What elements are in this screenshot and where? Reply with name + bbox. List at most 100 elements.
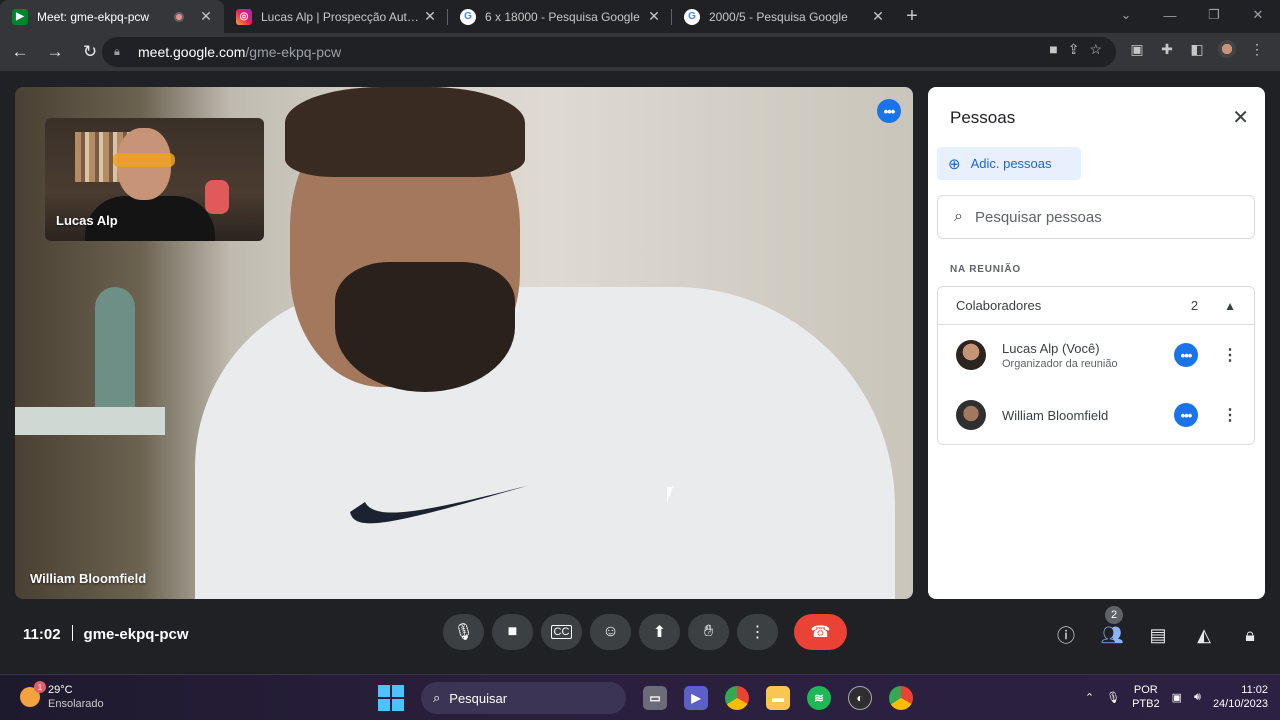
share-icon[interactable]: ⇪ bbox=[1068, 41, 1080, 58]
obs-icon[interactable]: ◐ bbox=[848, 686, 872, 710]
weather-widget[interactable]: 1 29°C Ensolarado bbox=[20, 681, 104, 711]
teams-chat-icon[interactable]: ▶ bbox=[684, 686, 708, 710]
system-tray: ⌃ 🎙︎ POR PTB2 ▣ 🔊︎ 11:02 24/10/2023 bbox=[1085, 683, 1268, 711]
mic-tray-icon[interactable]: 🎙︎ bbox=[1106, 691, 1120, 704]
chrome-profile-icon[interactable] bbox=[889, 686, 913, 710]
extension-icon[interactable]: ▣ bbox=[1128, 40, 1146, 58]
search-people-input[interactable]: ⌕ Pesquisar pessoas bbox=[937, 195, 1255, 239]
present-screen-button[interactable]: ⬆ bbox=[639, 614, 680, 650]
participant-status-button[interactable]: ••• bbox=[1174, 403, 1198, 427]
search-placeholder: Pesquisar pessoas bbox=[974, 208, 1102, 226]
close-icon[interactable]: ✕ bbox=[1232, 105, 1249, 130]
close-window-icon[interactable]: ✕ bbox=[1236, 0, 1280, 30]
meeting-code: gme-ekpq-pcw bbox=[83, 626, 189, 643]
captions-button[interactable]: CC bbox=[541, 614, 582, 650]
more-vert-icon: ⋮ bbox=[749, 624, 766, 641]
host-controls-button[interactable]: 🔒︎ bbox=[1238, 623, 1262, 647]
taskbar-search[interactable]: ⌕ Pesquisar bbox=[421, 682, 626, 714]
avatar bbox=[956, 340, 986, 370]
language-indicator[interactable]: POR PTB2 bbox=[1132, 683, 1160, 711]
restore-icon[interactable]: ❐ bbox=[1192, 0, 1236, 30]
tab-search-icon[interactable]: ⌄ bbox=[1104, 0, 1148, 30]
url-path: /gme-ekpq-pcw bbox=[245, 44, 342, 60]
minimize-icon[interactable]: — bbox=[1148, 0, 1192, 30]
puzzle-icon[interactable]: ✚ bbox=[1158, 40, 1176, 58]
clock-date: 24/10/2023 bbox=[1212, 698, 1268, 710]
group-count: 2 bbox=[1190, 298, 1199, 313]
mouse-cursor bbox=[667, 487, 673, 503]
chrome-icon[interactable] bbox=[725, 686, 749, 710]
chevron-up-icon[interactable]: ▲ bbox=[1224, 299, 1236, 313]
more-options-icon[interactable]: ⋮ bbox=[1220, 405, 1240, 425]
collaborators-group: Colaboradores 2 ▲ Lucas Alp (Você) Organ… bbox=[937, 286, 1255, 445]
chat-icon: ▤ bbox=[1149, 624, 1167, 645]
meeting-info-button[interactable]: ⓘ bbox=[1054, 623, 1078, 647]
task-view-icon[interactable]: ▭ bbox=[643, 686, 667, 710]
chat-button[interactable]: ▤ bbox=[1146, 623, 1170, 647]
close-tab-icon[interactable]: ✕ bbox=[198, 8, 214, 25]
tab-instagram[interactable]: ◎ Lucas Alp | Prospecção Automát ✕ bbox=[224, 0, 448, 33]
clock-time: 11:02 bbox=[1241, 684, 1268, 696]
call-controls: 🎙︎ ■ CC ☺ ⬆ ✋︎ ⋮ ☎︎ bbox=[443, 614, 847, 650]
emoji-icon: ☺ bbox=[602, 623, 619, 640]
raise-hand-button[interactable]: ✋︎ bbox=[688, 614, 729, 650]
close-tab-icon[interactable]: ✕ bbox=[646, 8, 662, 25]
weather-temp: 29°C bbox=[48, 684, 73, 696]
camera-permission-icon[interactable]: ■ bbox=[1049, 41, 1057, 58]
lock-person-icon: 🔒︎ bbox=[1245, 624, 1255, 645]
back-icon[interactable]: ← bbox=[5, 37, 35, 67]
forward-icon[interactable]: → bbox=[40, 37, 70, 67]
weather-badge: 1 bbox=[34, 681, 46, 693]
close-tab-icon[interactable]: ✕ bbox=[422, 8, 438, 25]
activities-button[interactable]: ◭ bbox=[1192, 623, 1216, 647]
google-icon: G bbox=[684, 8, 700, 25]
camera-button[interactable]: ■ bbox=[492, 614, 533, 650]
close-tab-icon[interactable]: ✕ bbox=[870, 8, 886, 25]
tab-google-search-2[interactable]: G 2000/5 - Pesquisa Google ✕ bbox=[672, 0, 896, 33]
more-options-button[interactable]: ⋮ bbox=[737, 614, 778, 650]
tab-meet[interactable]: ▶ Meet: gme-ekpq-pcw ✕ bbox=[0, 0, 224, 33]
search-icon: ⌕ bbox=[954, 208, 963, 225]
add-people-button[interactable]: ⊕ Adic. pessoas bbox=[937, 147, 1081, 180]
volume-icon[interactable]: 🔊︎ bbox=[1194, 691, 1201, 704]
meet-icon: ▶ bbox=[12, 8, 28, 25]
add-people-label: Adic. pessoas bbox=[970, 156, 1052, 171]
collaborators-header[interactable]: Colaboradores 2 ▲ bbox=[938, 287, 1254, 325]
microphone-button[interactable]: 🎙︎ bbox=[443, 614, 484, 650]
emoji-button[interactable]: ☺ bbox=[590, 614, 631, 650]
meeting-details: 11:02 gme-ekpq-pcw bbox=[23, 625, 189, 643]
captions-icon: CC bbox=[550, 625, 573, 639]
people-button[interactable]: 2 👥︎ bbox=[1100, 606, 1124, 647]
people-panel: Pessoas ✕ ⊕ Adic. pessoas ⌕ Pesquisar pe… bbox=[928, 87, 1265, 599]
people-count-badge: 2 bbox=[1105, 606, 1123, 624]
participant-status-button[interactable]: ••• bbox=[1174, 343, 1198, 367]
spotify-icon[interactable]: ≋ bbox=[807, 686, 831, 710]
tab-title: 2000/5 - Pesquisa Google bbox=[709, 9, 848, 24]
video-frame-shirt bbox=[195, 287, 895, 599]
address-bar[interactable]: 🔒︎ meet.google.com/gme-ekpq-pcw ■ ⇪ ☆ bbox=[102, 37, 1116, 67]
google-icon: G bbox=[460, 8, 476, 25]
tab-title: Meet: gme-ekpq-pcw bbox=[37, 9, 150, 24]
file-explorer-icon[interactable]: ▬ bbox=[766, 686, 790, 710]
new-tab-button[interactable]: + bbox=[896, 0, 928, 33]
self-view-tile[interactable]: Lucas Alp bbox=[45, 118, 264, 241]
tab-google-search-1[interactable]: G 6 x 18000 - Pesquisa Google ✕ bbox=[448, 0, 672, 33]
tile-options-button[interactable]: ••• bbox=[877, 99, 901, 123]
more-options-icon[interactable]: ⋮ bbox=[1220, 345, 1240, 365]
system-clock[interactable]: 11:02 24/10/2023 bbox=[1213, 683, 1268, 711]
windows-taskbar: 1 29°C Ensolarado ⌕ Pesquisar ▭ ▶ ▬ ≋ ◐ … bbox=[0, 674, 1280, 720]
bookmark-star-icon[interactable]: ☆ bbox=[1089, 41, 1102, 58]
reload-icon[interactable]: ↻ bbox=[75, 37, 105, 67]
lock-icon[interactable]: 🔒︎ bbox=[114, 46, 128, 59]
main-video-tile[interactable]: Lucas Alp ••• William Bloomfield bbox=[15, 87, 913, 599]
chevron-up-icon[interactable]: ⌃ bbox=[1085, 691, 1094, 704]
profile-avatar[interactable] bbox=[1218, 40, 1236, 58]
microphone-icon: 🎙︎ bbox=[453, 624, 474, 641]
side-panel-icon[interactable]: ◧ bbox=[1188, 40, 1206, 58]
participant-name: William Bloomfield bbox=[1002, 407, 1109, 423]
language-code: POR bbox=[1133, 684, 1158, 696]
menu-kebab-icon[interactable]: ⋮ bbox=[1248, 40, 1266, 58]
network-icon[interactable]: ▣ bbox=[1172, 691, 1182, 704]
leave-call-button[interactable]: ☎︎ bbox=[794, 614, 847, 650]
windows-start-icon[interactable] bbox=[378, 685, 404, 711]
